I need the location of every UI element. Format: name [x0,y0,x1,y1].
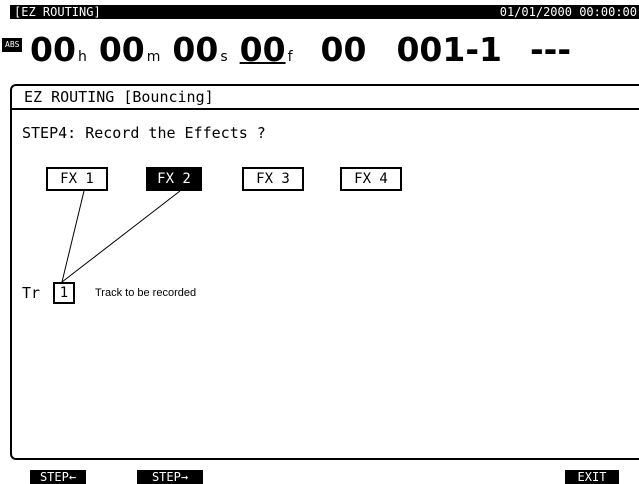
fx2-to-track-line [61,190,181,283]
step-forward-button[interactable]: STEP→ [137,470,203,484]
fx1-to-track-line [61,190,85,283]
exit-button[interactable]: EXIT [565,470,619,484]
routing-lines [61,190,181,283]
step-back-button[interactable]: STEP← [30,470,86,484]
